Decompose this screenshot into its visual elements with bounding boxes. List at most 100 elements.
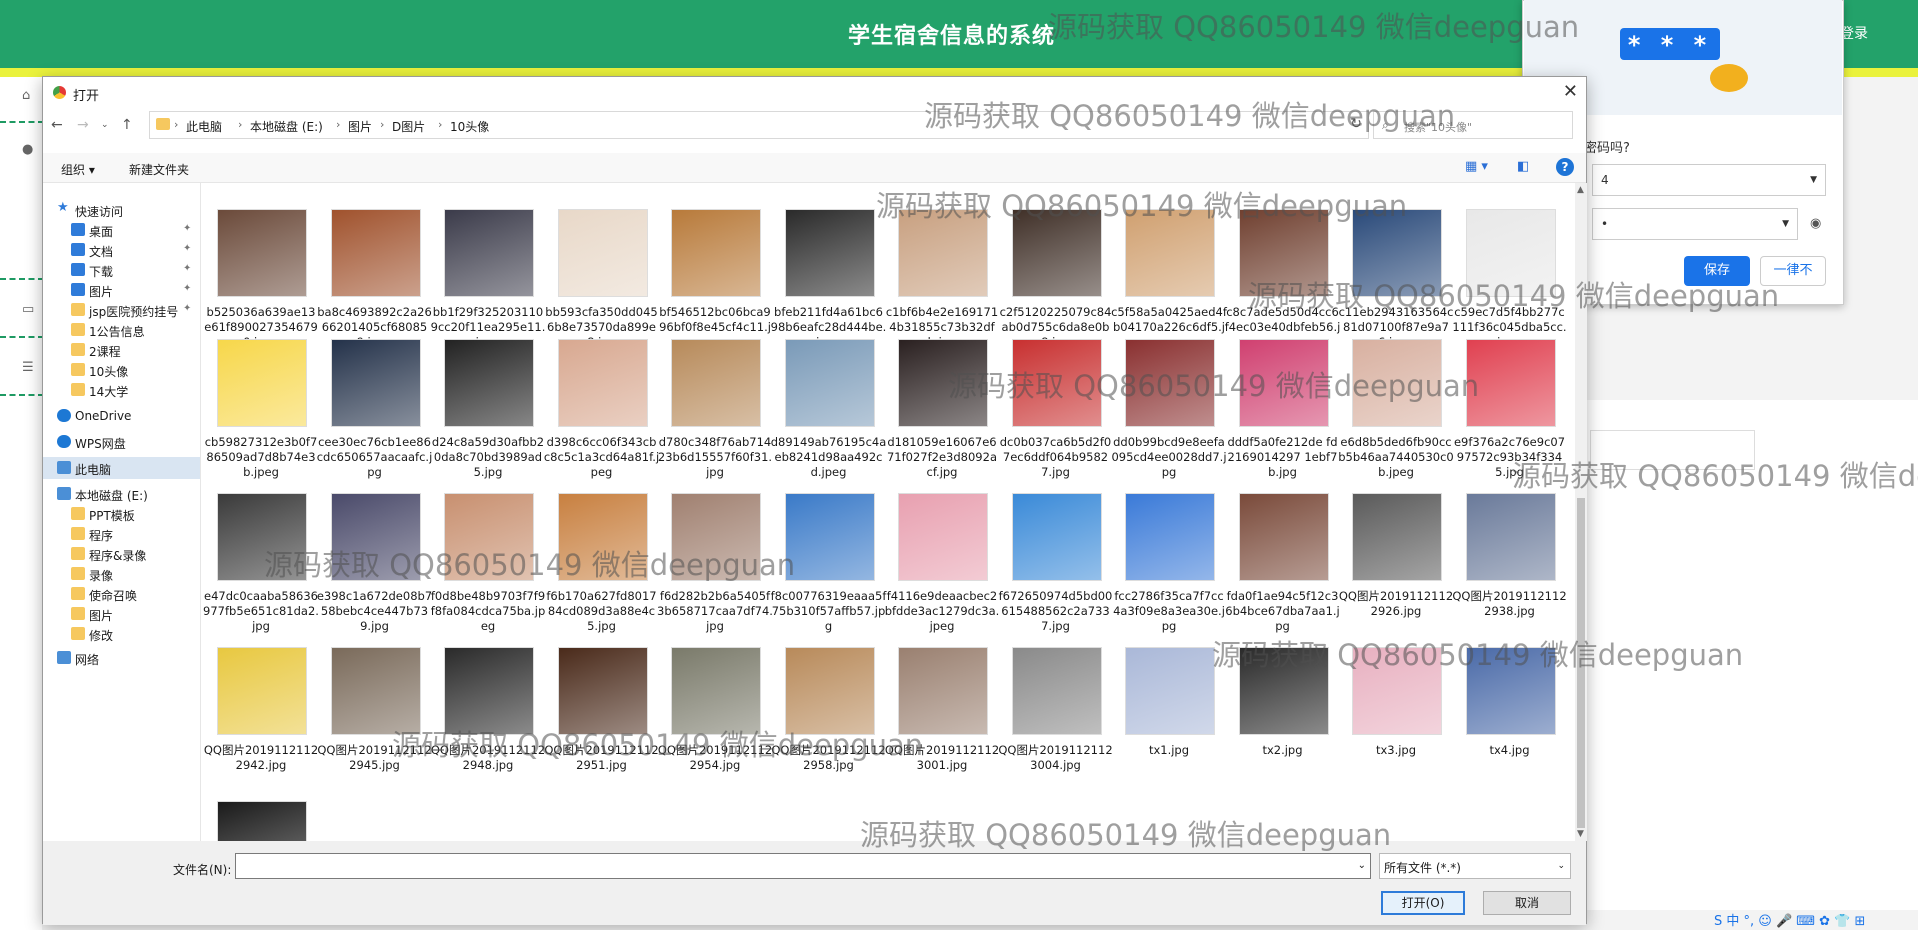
separator-icon[interactable]: › bbox=[238, 118, 242, 131]
breadcrumb-drive[interactable]: 本地磁盘 (E:) bbox=[250, 118, 323, 135]
file-name: f6b170a627fd801784cd089d3a88e4c5.jpg bbox=[546, 589, 657, 633]
dialog-title: 打开 bbox=[73, 89, 100, 104]
file-name: d24c8a59d30afbb20da8c70bd3989ad5.jpg bbox=[431, 435, 545, 479]
file-name: d89149ab76195c4aeb8241d98aa492cd.jpeg bbox=[770, 435, 887, 479]
nav-item[interactable]: 2课程 bbox=[43, 339, 200, 361]
username-select[interactable]: 4 ▼ bbox=[1592, 164, 1826, 196]
nav-item[interactable]: 图片 ✦ bbox=[43, 279, 200, 301]
organize-button[interactable]: 组织 ▾ bbox=[61, 161, 95, 178]
file-thumbnail bbox=[671, 339, 761, 427]
file-name: dddf5a0fe212de fd2169014297 1ebf7b.jpg bbox=[1227, 435, 1338, 479]
nav-item-label: 修改 bbox=[89, 629, 114, 643]
user-icon[interactable]: ● bbox=[22, 143, 36, 157]
file-thumbnail bbox=[898, 493, 988, 581]
nav-item[interactable]: 1公告信息 bbox=[43, 319, 200, 341]
view-options-icon[interactable]: ▦ ▾ bbox=[1465, 159, 1488, 174]
eye-icon[interactable]: ◉ bbox=[1810, 216, 1821, 231]
file-name: QQ图片20191121123004.jpg bbox=[998, 743, 1113, 772]
home-icon[interactable]: ⌂ bbox=[22, 89, 36, 103]
close-icon[interactable]: ✕ bbox=[1563, 81, 1578, 102]
app-title: 学生宿舍信息的系统 bbox=[848, 24, 1056, 49]
breadcrumb-this-pc[interactable]: 此电脑 bbox=[186, 118, 222, 135]
new-folder-button[interactable]: 新建文件夹 bbox=[129, 161, 189, 178]
file-name: cb59827312e3b0f786509ad7d8b74e3b.jpeg bbox=[204, 435, 318, 479]
nav-item[interactable]: 网络 bbox=[43, 647, 200, 669]
breadcrumb-pictures[interactable]: 图片 bbox=[348, 118, 372, 135]
separator-icon[interactable]: › bbox=[380, 118, 384, 131]
separator-icon[interactable]: › bbox=[336, 118, 340, 131]
nav-item[interactable]: 使命召唤 bbox=[43, 583, 200, 605]
file-name: fda0f1ae94c5f12c36b4bce67dba7aa1.jpg bbox=[1225, 589, 1340, 633]
file-name: e47dc0caaba58636977fb5e651c81da2.jpg bbox=[203, 589, 319, 633]
separator-icon[interactable]: › bbox=[438, 118, 442, 131]
scroll-up-icon[interactable]: ▲ bbox=[1577, 185, 1584, 195]
back-icon[interactable]: ← bbox=[51, 117, 63, 133]
file-name: d780c348f76ab71423b6d15557f60f31.jpg bbox=[657, 435, 773, 479]
nav-item[interactable]: OneDrive bbox=[43, 405, 200, 427]
nav-item[interactable]: PPT模板 bbox=[43, 503, 200, 525]
folder-icon bbox=[71, 527, 85, 540]
file-thumbnail bbox=[444, 209, 534, 297]
ime-toolbar[interactable]: S 中 °, ☺ 🎤 ⌨ ✿ 👕 ⊞ bbox=[1714, 910, 1918, 930]
nav-item[interactable]: 修改 bbox=[43, 623, 200, 645]
breadcrumb-avatars[interactable]: 10头像 bbox=[450, 118, 489, 135]
file-name: d181059e16067e671f027f2e3d8092acf.jpg bbox=[886, 435, 997, 479]
breadcrumb-d-pictures[interactable]: D图片 bbox=[392, 118, 425, 135]
chevron-down-icon[interactable]: ⌄ bbox=[101, 120, 109, 130]
nav-item[interactable]: 14大学 bbox=[43, 379, 200, 401]
file-thumbnail bbox=[1352, 493, 1442, 581]
watermark: 源码获取 QQ86050149 微信deepguan bbox=[1212, 638, 1744, 672]
cloud-icon bbox=[57, 409, 71, 422]
forward-icon[interactable]: → bbox=[77, 117, 89, 133]
download-icon bbox=[71, 263, 85, 276]
list-icon[interactable]: ☰ bbox=[22, 361, 36, 375]
filetype-value: 所有文件 (*.*) bbox=[1384, 861, 1461, 875]
nav-item[interactable]: 下载 ✦ bbox=[43, 259, 200, 281]
navigation-pane: ★ 快速访问 桌面 ✦ 文档 ✦ 下载 ✦ 图片 ✦ jsp医院预约挂号 ✦ 1公告信息 2课程 10头像 1… bbox=[43, 183, 201, 841]
file-name: QQ图片20191121122942.jpg bbox=[203, 743, 319, 772]
up-icon[interactable]: ↑ bbox=[121, 117, 133, 133]
nav-item[interactable]: 此电脑 bbox=[43, 457, 200, 479]
pin-icon: ✦ bbox=[183, 223, 192, 234]
nav-item[interactable]: 程序 bbox=[43, 523, 200, 545]
filename-input[interactable]: ⌄ bbox=[235, 853, 1371, 879]
folder-icon bbox=[71, 547, 85, 560]
nav-item-label: 下载 bbox=[89, 265, 114, 279]
nav-item[interactable]: jsp医院预约挂号 ✦ bbox=[43, 299, 200, 321]
nav-item-label: 10头像 bbox=[89, 365, 129, 379]
star-icon: ★ bbox=[57, 200, 69, 215]
password-field[interactable]: • ▼ bbox=[1592, 208, 1798, 240]
nav-item[interactable]: 录像 bbox=[43, 563, 200, 585]
folder-icon bbox=[156, 118, 170, 130]
nav-item-label: 程序&录像 bbox=[89, 549, 147, 563]
open-button[interactable]: 打开(O) bbox=[1381, 891, 1465, 915]
key-icon bbox=[1710, 64, 1748, 92]
preview-pane-icon[interactable]: ◧ bbox=[1517, 159, 1529, 174]
nav-item[interactable]: 文档 ✦ bbox=[43, 239, 200, 261]
nav-item[interactable]: 桌面 ✦ bbox=[43, 219, 200, 241]
chevron-down-icon[interactable]: ⌄ bbox=[1358, 860, 1366, 871]
nav-item-label: 程序 bbox=[89, 529, 114, 543]
help-icon[interactable]: ? bbox=[1556, 158, 1574, 176]
nav-item-label: 此电脑 bbox=[75, 463, 112, 477]
nav-item[interactable]: WPS网盘 bbox=[43, 431, 200, 453]
nav-item-label: 使命召唤 bbox=[89, 589, 138, 603]
file-thumbnail bbox=[671, 209, 761, 297]
cancel-button[interactable]: 取消 bbox=[1483, 891, 1571, 915]
nav-item[interactable]: 10头像 bbox=[43, 359, 200, 381]
chat-icon[interactable]: ▭ bbox=[22, 303, 36, 317]
nav-item[interactable]: 图片 bbox=[43, 603, 200, 625]
filetype-select[interactable]: 所有文件 (*.*) ⌄ bbox=[1379, 853, 1571, 879]
documents-icon bbox=[71, 243, 85, 256]
file-thumbnail bbox=[1011, 647, 1102, 735]
folder-icon bbox=[71, 323, 85, 336]
file-name: e398c1a672de08b758bebc4ce447b739.jpg bbox=[316, 589, 433, 633]
scroll-down-icon[interactable]: ▼ bbox=[1577, 829, 1584, 839]
nav-item[interactable]: 本地磁盘 (E:) bbox=[43, 483, 200, 505]
nav-item-label: 2课程 bbox=[89, 345, 121, 359]
file-thumbnail bbox=[784, 339, 875, 427]
pin-icon: ✦ bbox=[183, 263, 192, 274]
login-link[interactable]: 登录 bbox=[1840, 23, 1868, 43]
nav-item[interactable]: ★ 快速访问 bbox=[43, 199, 200, 221]
nav-item[interactable]: 程序&录像 bbox=[43, 543, 200, 565]
